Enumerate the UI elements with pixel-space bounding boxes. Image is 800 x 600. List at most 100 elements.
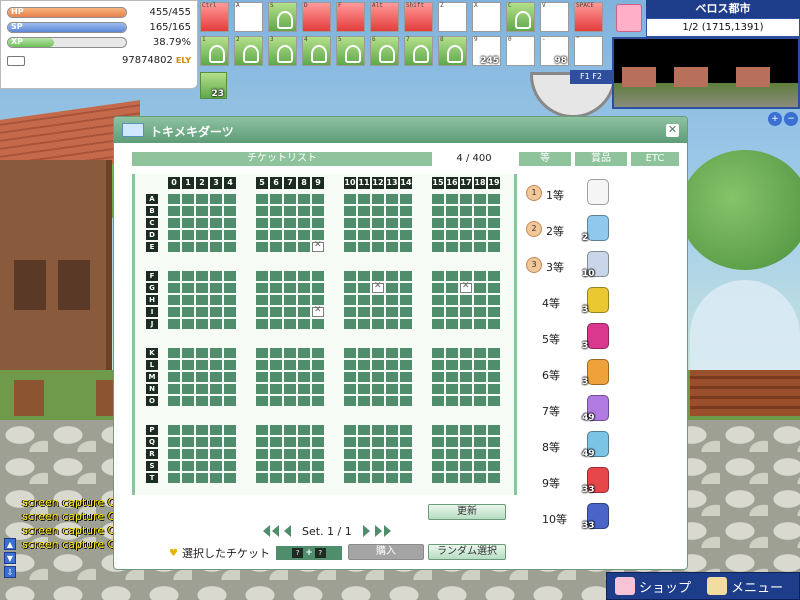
- ticket-cell[interactable]: [488, 425, 500, 435]
- ticket-cell[interactable]: [298, 271, 310, 281]
- last-set-icon[interactable]: [383, 525, 391, 537]
- ticket-cell[interactable]: [270, 372, 282, 382]
- ticket-cell[interactable]: [168, 206, 180, 216]
- ticket-cell[interactable]: [358, 372, 370, 382]
- ticket-cell[interactable]: [196, 348, 208, 358]
- ticket-cell[interactable]: [358, 437, 370, 447]
- ticket-cell[interactable]: [256, 307, 268, 317]
- hotkey-slot[interactable]: 2: [234, 36, 263, 66]
- ticket-cell[interactable]: [182, 473, 194, 483]
- ticket-cell[interactable]: [432, 218, 444, 228]
- ticket-cell[interactable]: [284, 449, 296, 459]
- ticket-cell[interactable]: [224, 295, 236, 305]
- random-select-button[interactable]: ランダム選択: [428, 544, 506, 560]
- ticket-cell[interactable]: [168, 307, 180, 317]
- ticket-cell[interactable]: [284, 425, 296, 435]
- ticket-cell[interactable]: [210, 437, 222, 447]
- hotkey-slot[interactable]: D: [302, 2, 331, 32]
- ticket-cell[interactable]: [474, 194, 486, 204]
- ticket-cell[interactable]: [474, 218, 486, 228]
- ticket-cell[interactable]: [460, 348, 472, 358]
- ticket-cell[interactable]: [284, 384, 296, 394]
- ticket-cell[interactable]: [312, 396, 324, 406]
- ticket-cell[interactable]: [474, 348, 486, 358]
- ticket-cell[interactable]: [358, 242, 370, 252]
- ticket-cell[interactable]: [210, 230, 222, 240]
- ticket-cell[interactable]: [256, 242, 268, 252]
- ticket-cell[interactable]: [358, 384, 370, 394]
- ticket-cell[interactable]: [270, 242, 282, 252]
- ticket-cell[interactable]: [488, 218, 500, 228]
- ticket-cell[interactable]: [298, 473, 310, 483]
- ticket-cell[interactable]: [344, 194, 356, 204]
- ticket-cell[interactable]: [446, 348, 458, 358]
- ticket-cell[interactable]: [474, 473, 486, 483]
- ticket-cell[interactable]: [446, 437, 458, 447]
- hotkey-slot[interactable]: 0: [506, 36, 535, 66]
- ticket-cell[interactable]: [386, 360, 398, 370]
- ticket-cell[interactable]: [372, 384, 384, 394]
- ticket-cell[interactable]: [344, 449, 356, 459]
- ticket-cell[interactable]: [474, 283, 486, 293]
- ticket-cell[interactable]: [312, 449, 324, 459]
- ticket-cell[interactable]: [196, 449, 208, 459]
- ticket-cell[interactable]: [372, 348, 384, 358]
- ticket-cell[interactable]: [284, 372, 296, 382]
- ticket-cell[interactable]: [210, 271, 222, 281]
- ticket-cell[interactable]: [474, 230, 486, 240]
- chat-scroll-down-icon[interactable]: ▼: [4, 552, 16, 564]
- ticket-cell[interactable]: [224, 283, 236, 293]
- ticket-cell[interactable]: [168, 319, 180, 329]
- ticket-cell[interactable]: [386, 230, 398, 240]
- ticket-cell[interactable]: [256, 194, 268, 204]
- ticket-cell[interactable]: [358, 425, 370, 435]
- ticket-cell[interactable]: [284, 437, 296, 447]
- ticket-cell[interactable]: [256, 449, 268, 459]
- ticket-cell[interactable]: [358, 230, 370, 240]
- ticket-cell[interactable]: [474, 271, 486, 281]
- ticket-cell[interactable]: [372, 218, 384, 228]
- ticket-cell[interactable]: [256, 437, 268, 447]
- ticket-cell[interactable]: [224, 360, 236, 370]
- first-set-icon[interactable]: [263, 525, 270, 537]
- ticket-cell[interactable]: [270, 461, 282, 471]
- ticket-cell[interactable]: [386, 396, 398, 406]
- ticket-cell[interactable]: [358, 319, 370, 329]
- ticket-cell[interactable]: [488, 461, 500, 471]
- ticket-cell[interactable]: [372, 319, 384, 329]
- ticket-cell[interactable]: [400, 473, 412, 483]
- ticket-cell[interactable]: [488, 271, 500, 281]
- ticket-cell[interactable]: [196, 437, 208, 447]
- ticket-cell[interactable]: [270, 348, 282, 358]
- hotkey-slot[interactable]: F: [336, 2, 365, 32]
- ticket-cell[interactable]: [210, 206, 222, 216]
- ticket-cell[interactable]: [474, 307, 486, 317]
- ticket-cell-taken[interactable]: [460, 281, 472, 293]
- ticket-cell[interactable]: [386, 437, 398, 447]
- ticket-cell[interactable]: [358, 295, 370, 305]
- ticket-cell[interactable]: [460, 473, 472, 483]
- ticket-cell[interactable]: [256, 360, 268, 370]
- ticket-cell[interactable]: [474, 437, 486, 447]
- ticket-cell[interactable]: [182, 283, 194, 293]
- hotkey-slot[interactable]: Ctrl: [200, 2, 229, 32]
- ticket-cell[interactable]: [196, 384, 208, 394]
- ticket-cell[interactable]: [488, 307, 500, 317]
- hotkey-slot[interactable]: 5: [336, 36, 365, 66]
- shop-button[interactable]: ショップ: [607, 577, 699, 596]
- ticket-cell[interactable]: [446, 372, 458, 382]
- ticket-cell[interactable]: [196, 283, 208, 293]
- ticket-cell[interactable]: [182, 360, 194, 370]
- ticket-cell[interactable]: [312, 194, 324, 204]
- ticket-cell[interactable]: [312, 271, 324, 281]
- ticket-cell[interactable]: [182, 295, 194, 305]
- ticket-cell[interactable]: [182, 206, 194, 216]
- ticket-cell[interactable]: [460, 242, 472, 252]
- ticket-cell[interactable]: [386, 372, 398, 382]
- ticket-cell[interactable]: [400, 230, 412, 240]
- ticket-cell[interactable]: [446, 360, 458, 370]
- ticket-cell[interactable]: [182, 194, 194, 204]
- ticket-cell[interactable]: [224, 384, 236, 394]
- ticket-cell[interactable]: [400, 271, 412, 281]
- ticket-cell[interactable]: [460, 396, 472, 406]
